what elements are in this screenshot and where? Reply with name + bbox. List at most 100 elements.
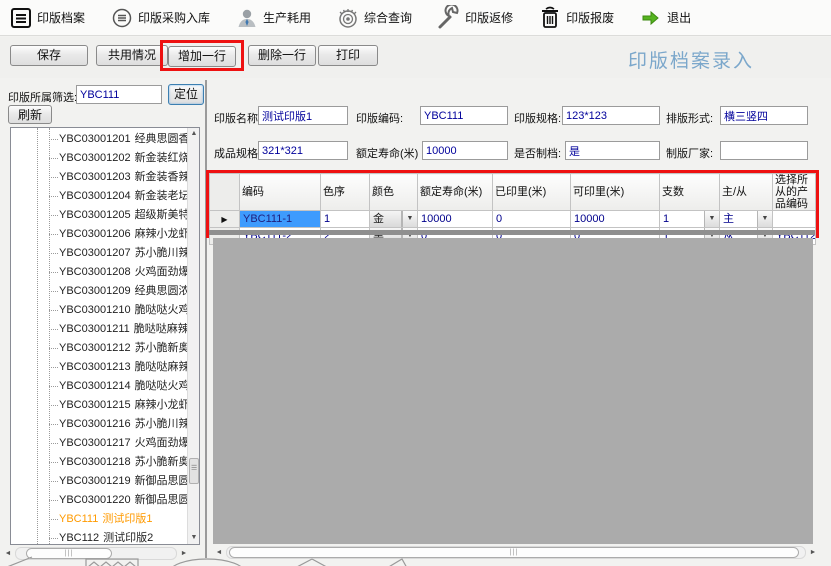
cell-life[interactable]: 10000 [418, 211, 493, 228]
toolbar-item-query[interactable]: 综合查询 [335, 5, 412, 31]
dropdown-arrow-icon[interactable] [704, 211, 719, 227]
tree-item[interactable]: YBC03001211脆哒哒麻辣小龙虾 [11, 320, 188, 339]
plate-code-label: 印版编码: [356, 110, 403, 126]
tree-item[interactable]: YBC03001219 新御品思圆香辣牛 [11, 472, 188, 491]
tree-item[interactable]: YBC03001216苏小脆川辣牛肉5 [11, 415, 188, 434]
plate-spec-input[interactable] [562, 106, 660, 125]
tree-hscroll-track[interactable] [15, 547, 177, 560]
col-header-color[interactable]: 颜色 [370, 174, 418, 211]
tree-item[interactable]: YBC112测试印版2 [11, 529, 188, 544]
tree-item-name: 苏小脆新奥尔良鸡 [135, 342, 188, 354]
role-value[interactable]: 主 [720, 211, 757, 227]
tree-item[interactable]: YBC03001206麻辣小龙虾55g [11, 225, 188, 244]
tree-item[interactable]: YBC03001204新金装老坛酸菜面 [11, 187, 188, 206]
scroll-down-icon[interactable]: ▼ [188, 532, 200, 544]
shared-usage-button[interactable]: 共用情况 [96, 45, 168, 66]
layout-form-input[interactable] [720, 106, 808, 125]
tree-item-list: YBC03001201经典思圆香辣牛肉面 YBC03001202新金装红烧牛肉面… [11, 130, 188, 544]
grid-horizontal-scrollbar[interactable]: ◄ ► [213, 546, 819, 559]
tree-vertical-scrollbar[interactable]: ▲ ▼ [187, 128, 199, 544]
count-value[interactable]: 1 [660, 211, 704, 227]
tree-item[interactable]: YBC03001202新金装红烧牛肉面 [11, 149, 188, 168]
col-header-role[interactable]: 主/从 [720, 174, 773, 211]
plate-spec-label: 印版规格: [514, 110, 561, 126]
tree-item[interactable]: YBC03001203新金装香辣牛肉面 [11, 168, 188, 187]
toolbar-item-plate-scrap[interactable]: 印版报废 [537, 5, 614, 31]
grid-hscroll-track[interactable] [226, 546, 806, 559]
refresh-button[interactable]: 刷新 [8, 105, 52, 124]
tree-scrollbar-thumb[interactable] [189, 458, 199, 484]
delete-row-button[interactable]: 删除一行 [248, 45, 316, 66]
scroll-left-icon[interactable]: ◄ [213, 546, 225, 559]
cell-from-code[interactable] [773, 211, 816, 228]
product-spec-input[interactable] [258, 141, 348, 160]
scroll-right-icon[interactable]: ► [807, 546, 819, 559]
cell-role-dropdown[interactable]: 主 [720, 211, 773, 228]
color-value[interactable]: 金 [370, 211, 402, 227]
tree-horizontal-scrollbar[interactable]: ◄ ► [2, 547, 190, 560]
cell-count-dropdown[interactable]: 1 [660, 211, 720, 228]
col-header-from-code[interactable]: 选择所从的产品编码 [773, 174, 816, 211]
col-header-code[interactable]: 编码 [240, 174, 321, 211]
dropdown-arrow-icon[interactable] [757, 211, 772, 227]
tree-item[interactable]: YBC03001217火鸡面劲爆火鸡5 [11, 434, 188, 453]
rated-life-input[interactable] [422, 141, 508, 160]
tree-hscroll-thumb[interactable] [26, 548, 112, 559]
col-header-count[interactable]: 支数 [660, 174, 720, 211]
tree-item-code: YBC03001219 [59, 475, 131, 487]
plate-maker-input[interactable] [720, 141, 808, 160]
plate-name-input[interactable] [258, 106, 348, 125]
app-window: 印版档案 印版采购入库 生产耗用 综合查询 印版返修 [0, 0, 831, 566]
tree-item[interactable]: YBC03001214脆哒哒火鸡面55g [11, 377, 188, 396]
col-header-printable[interactable]: 可印里(米) [571, 174, 660, 211]
tree-item[interactable]: YBC03001220新御品思圆红烧牛 [11, 491, 188, 510]
tree-item[interactable]: YBC03001205超级斯美特香牛 [11, 206, 188, 225]
tree-item-name: 麻辣小龙虾55g15 [135, 399, 188, 411]
grid-hscroll-thumb[interactable] [229, 547, 799, 558]
scroll-up-icon[interactable]: ▲ [188, 128, 200, 140]
panel-splitter[interactable] [205, 80, 207, 558]
current-row-marker[interactable] [210, 211, 240, 228]
tree-item-code: YBC03001210 [59, 304, 131, 316]
tree-item[interactable]: YBC03001215 麻辣小龙虾55g15 [11, 396, 188, 415]
print-button[interactable]: 打印 [318, 45, 378, 66]
toolbar-item-plate-repair[interactable]: 印版返修 [436, 5, 513, 31]
plate-filter-input[interactable] [76, 85, 162, 104]
toolbar-item-plate-purchase[interactable]: 印版采购入库 [109, 5, 210, 31]
scroll-left-icon[interactable]: ◄ [2, 547, 14, 560]
col-header-color-seq[interactable]: 色序 [321, 174, 370, 211]
tree-item[interactable]: YBC03001207苏小脆川辣牛肉5 [11, 244, 188, 263]
tree-item[interactable]: YBC111测试印版1 [11, 510, 188, 529]
archived-input[interactable] [565, 141, 660, 160]
add-row-button[interactable]: 增加一行 [168, 46, 236, 67]
tree-item-name: 新金装香辣牛肉面 [135, 171, 188, 183]
tree-item-code: YBC03001217 [59, 437, 131, 449]
cell-code[interactable]: YBC111-1 [240, 211, 321, 228]
toolbar-item-plate-archive[interactable]: 印版档案 [8, 5, 85, 31]
tree-item-code: YBC03001201 [59, 133, 131, 145]
tree-item[interactable]: YBC03001208火鸡面劲爆火鸡5 [11, 263, 188, 282]
toolbar-item-exit[interactable]: 退出 [638, 5, 691, 31]
locate-button[interactable]: 定位 [168, 84, 204, 105]
cell-seq[interactable]: 1 [321, 211, 370, 228]
tree-item-code: YBC03001209 [59, 285, 131, 297]
cell-printed[interactable]: 0 [493, 211, 571, 228]
plate-code-input[interactable] [420, 106, 508, 125]
cell-printable[interactable]: 10000 [571, 211, 660, 228]
col-header-printed[interactable]: 已印里(米) [493, 174, 571, 211]
tree-item[interactable]: YBC03001212苏小脆新奥尔良鸡 [11, 339, 188, 358]
toolbar-item-production-use[interactable]: 生产耗用 [234, 5, 311, 31]
tree-item[interactable]: YBC03001209经典思圆浓香排骨 [11, 282, 188, 301]
dropdown-arrow-icon[interactable] [402, 211, 417, 227]
tree-item[interactable]: YBC03001210脆哒哒火鸡面55g [11, 301, 188, 320]
tree-item-name: 新御品思圆香辣牛 [135, 475, 188, 487]
tree-item[interactable]: YBC03001201经典思圆香辣牛肉面 [11, 130, 188, 149]
col-header-rated-life[interactable]: 额定寿命(米) [418, 174, 493, 211]
tree-item-code: YBC03001215 [59, 399, 131, 411]
tree-item[interactable]: YBC03001213脆哒哒麻辣小龙虾 [11, 358, 188, 377]
save-button[interactable]: 保存 [10, 45, 88, 66]
tree-item[interactable]: YBC03001218苏小脆新奥尔良鸡 [11, 453, 188, 472]
cell-color-dropdown[interactable]: 金 [370, 211, 418, 228]
scroll-right-icon[interactable]: ► [178, 547, 190, 560]
toolbar-label: 生产耗用 [263, 9, 311, 26]
